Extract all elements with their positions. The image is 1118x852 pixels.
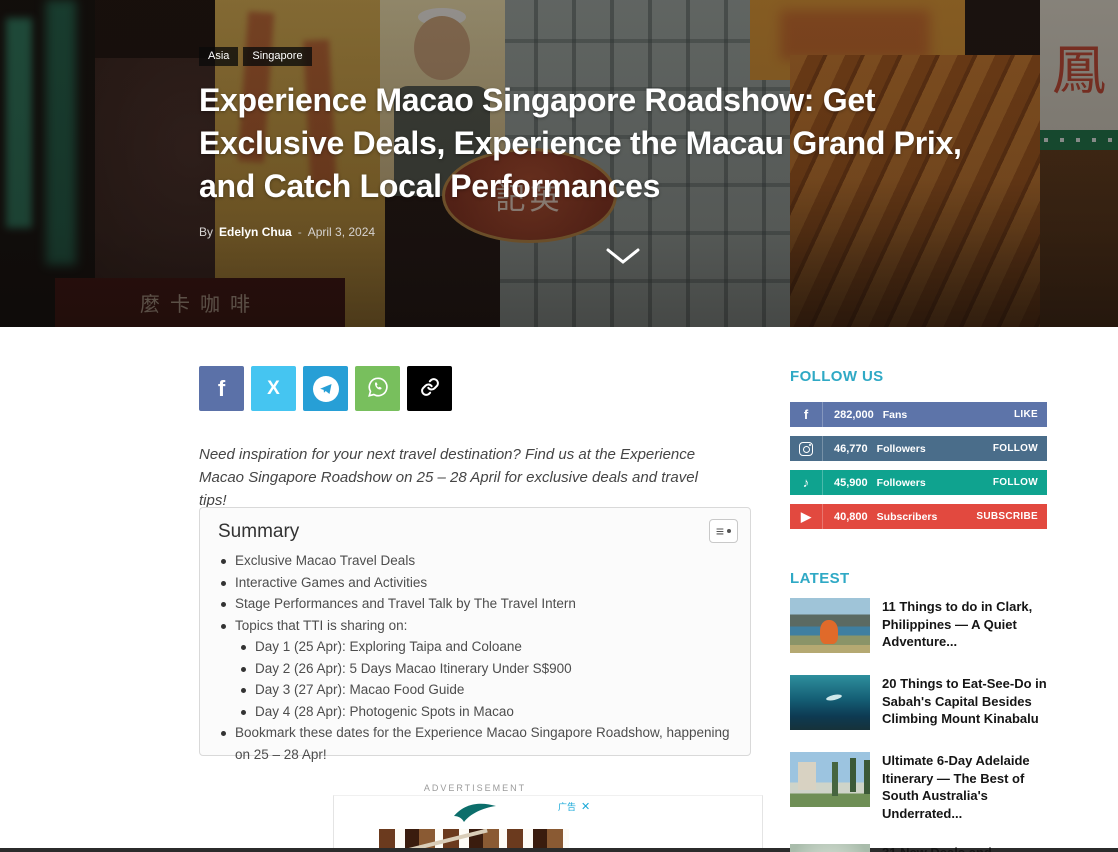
follow-action[interactable]: FOLLOW — [993, 477, 1038, 488]
share-buttons: f X — [199, 366, 452, 411]
subscribe-action[interactable]: SUBSCRIBE — [976, 511, 1038, 522]
tiktok-icon: ♪ — [790, 470, 823, 495]
follower-count: 45,900 — [834, 477, 868, 489]
summary-item[interactable]: Interactive Games and Activities — [218, 572, 732, 594]
twitter-x-icon: X — [267, 378, 280, 400]
follower-count: 282,000 — [834, 409, 874, 421]
summary-subitem[interactable]: Day 3 (27 Apr): Macao Food Guide — [238, 679, 732, 701]
article-title: Experience Macao Singapore Roadshow: Get… — [199, 79, 1049, 208]
article-thumbnail[interactable] — [790, 675, 870, 730]
summary-item[interactable]: Topics that TTI is sharing on: — [218, 615, 732, 637]
sidebar: FOLLOW US f 282,000 Fans LIKE 46,770 Fol… — [790, 368, 1047, 852]
ad-choices-badge[interactable]: 广告 ✕ — [558, 800, 590, 813]
ad-badge-text[interactable]: 广告 — [558, 800, 576, 813]
byline-separator: - — [298, 225, 302, 239]
whatsapp-icon — [367, 376, 389, 401]
follower-label: Followers — [877, 477, 926, 489]
summary-item[interactable]: Exclusive Macao Travel Deals — [218, 550, 732, 572]
follower-label: Followers — [877, 443, 926, 455]
article-link-title[interactable]: Ultimate 6-Day Adelaide Itinerary — The … — [882, 752, 1047, 822]
social-counters: f 282,000 Fans LIKE 46,770 Followers FOL… — [790, 402, 1047, 529]
facebook-icon: f — [218, 376, 225, 402]
follow-row-tiktok[interactable]: ♪ 45,900 Followers FOLLOW — [790, 470, 1047, 495]
toc-toggle-button[interactable]: ≡ — [709, 519, 738, 543]
author-link[interactable]: Edelyn Chua — [219, 225, 292, 239]
subscriber-label: Subscribers — [877, 511, 938, 523]
follow-row-youtube[interactable]: ▶ 40,800 Subscribers SUBSCRIBE — [790, 504, 1047, 529]
latest-articles: 11 Things to do in Clark, Philippines — … — [790, 598, 1047, 852]
youtube-play-icon: ▶ — [790, 504, 823, 529]
ad-container[interactable]: 广告 ✕ — [333, 795, 763, 852]
summary-subitem[interactable]: Day 4 (28 Apr): Photogenic Spots in Maca… — [238, 701, 732, 723]
summary-subitem[interactable]: Day 1 (25 Apr): Exploring Taipa and Colo… — [238, 636, 732, 658]
share-twitter-button[interactable]: X — [251, 366, 296, 411]
link-icon — [420, 377, 440, 400]
share-whatsapp-button[interactable] — [355, 366, 400, 411]
article-link-title[interactable]: 31 New Deals and Attractions in Singapor… — [882, 844, 1047, 852]
share-telegram-button[interactable] — [303, 366, 348, 411]
follow-action[interactable]: FOLLOW — [993, 443, 1038, 454]
share-copy-link-button[interactable] — [407, 366, 452, 411]
article-thumbnail[interactable] — [790, 844, 870, 852]
share-facebook-button[interactable]: f — [199, 366, 244, 411]
follow-us-heading: FOLLOW US — [790, 368, 1047, 386]
instagram-icon — [790, 436, 823, 461]
publish-date: April 3, 2024 — [308, 225, 375, 239]
like-action[interactable]: LIKE — [1014, 409, 1038, 420]
toc-list-icon: ≡ — [716, 524, 724, 538]
summary-toc-box: Summary ≡ Exclusive Macao Travel Deals I… — [199, 507, 751, 756]
follower-count: 46,770 — [834, 443, 868, 455]
latest-heading: LATEST — [790, 570, 1047, 588]
airline-swoosh-logo-icon — [452, 800, 498, 829]
article-page: 記英 鳳 麼卡咖啡 Asia Singapore Experience Maca… — [0, 0, 1118, 852]
category-tags: Asia Singapore — [199, 47, 1049, 66]
summary-subitem[interactable]: Day 2 (26 Apr): 5 Days Macao Itinerary U… — [238, 658, 732, 680]
telegram-icon — [313, 376, 339, 402]
article-link-title[interactable]: 11 Things to do in Clark, Philippines — … — [882, 598, 1047, 653]
article-thumbnail[interactable] — [790, 598, 870, 653]
summary-sublist: Day 1 (25 Apr): Exploring Taipa and Colo… — [238, 636, 732, 722]
summary-list: Exclusive Macao Travel Deals Interactive… — [218, 550, 732, 765]
article-thumbnail[interactable] — [790, 752, 870, 807]
ad-close-icon[interactable]: ✕ — [581, 800, 590, 813]
follow-row-facebook[interactable]: f 282,000 Fans LIKE — [790, 402, 1047, 427]
latest-article-item[interactable]: 11 Things to do in Clark, Philippines — … — [790, 598, 1047, 653]
summary-item[interactable]: Stage Performances and Travel Talk by Th… — [218, 593, 732, 615]
summary-title: Summary — [218, 521, 732, 543]
follower-label: Fans — [883, 409, 908, 421]
latest-article-item[interactable]: 20 Things to Eat-See-Do in Sabah's Capit… — [790, 675, 1047, 730]
article-intro-text: Need inspiration for your next travel de… — [199, 443, 719, 512]
latest-article-item[interactable]: 31 New Deals and Attractions in Singapor… — [790, 844, 1047, 852]
subscriber-count: 40,800 — [834, 511, 868, 523]
article-link-title[interactable]: 20 Things to Eat-See-Do in Sabah's Capit… — [882, 675, 1047, 730]
tag-singapore[interactable]: Singapore — [243, 47, 311, 66]
hero-image: 記英 鳳 麼卡咖啡 Asia Singapore Experience Maca… — [0, 0, 1118, 327]
byline: By Edelyn Chua - April 3, 2024 — [199, 225, 1049, 239]
advertisement-label: ADVERTISEMENT — [199, 783, 751, 793]
summary-item[interactable]: Bookmark these dates for the Experience … — [218, 722, 732, 765]
scroll-down-chevron-icon[interactable] — [605, 246, 641, 268]
latest-article-item[interactable]: Ultimate 6-Day Adelaide Itinerary — The … — [790, 752, 1047, 822]
byline-prefix: By — [199, 225, 213, 239]
facebook-icon: f — [790, 402, 823, 427]
follow-row-instagram[interactable]: 46,770 Followers FOLLOW — [790, 436, 1047, 461]
tag-asia[interactable]: Asia — [199, 47, 238, 66]
